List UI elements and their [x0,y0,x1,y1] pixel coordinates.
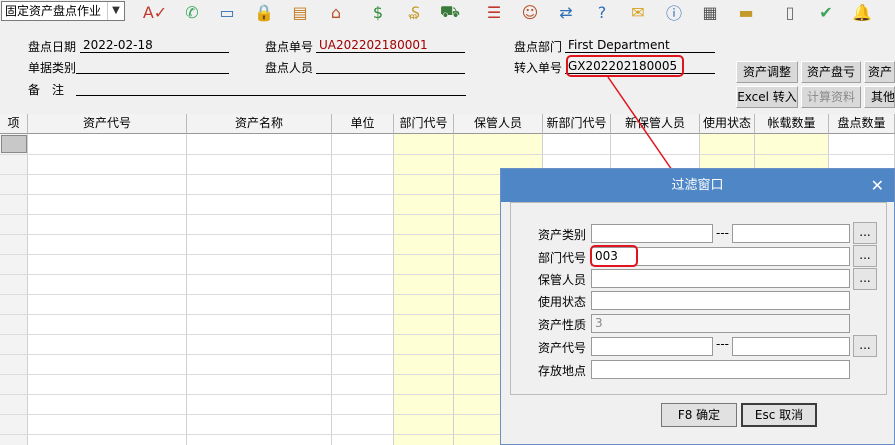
ok-button[interactable]: F8 确定 [661,403,737,427]
location-label: 存放地点 [538,364,587,378]
use-status-label: 使用状态 [538,295,587,309]
dept-code-label: 部门代号 [538,251,587,265]
dept-code-highlight [590,245,638,267]
location-field[interactable] [591,360,850,379]
custodian-lookup-button[interactable]: ... [853,268,877,290]
custodian-label: 保管人员 [538,273,587,287]
dialog-title: 过滤窗口 [501,169,894,202]
custodian-field[interactable] [591,269,850,288]
asset-nature-field[interactable]: 3 [591,314,850,333]
asset-code-label: 资产代号 [538,341,587,355]
asset-code-to[interactable] [732,337,850,356]
range-separator: --- [716,337,729,351]
asset-category-to[interactable] [732,224,850,243]
cancel-button[interactable]: Esc 取消 [741,403,817,427]
dept-code-lookup-button[interactable]: ... [853,245,877,267]
range-separator: --- [716,226,729,240]
asset-code-from[interactable] [591,337,713,356]
asset-category-from[interactable] [591,224,713,243]
asset-code-lookup-button[interactable]: ... [853,335,877,357]
filter-dialog: 过滤窗口 ✕ 资产类别 --- ... 部门代号 003 ... 保管人员 ..… [500,168,895,445]
close-icon[interactable]: ✕ [871,169,884,202]
use-status-field[interactable] [591,291,850,310]
asset-nature-label: 资产性质 [538,318,587,332]
asset-category-label: 资产类别 [538,228,587,242]
asset-category-lookup-button[interactable]: ... [853,222,877,244]
